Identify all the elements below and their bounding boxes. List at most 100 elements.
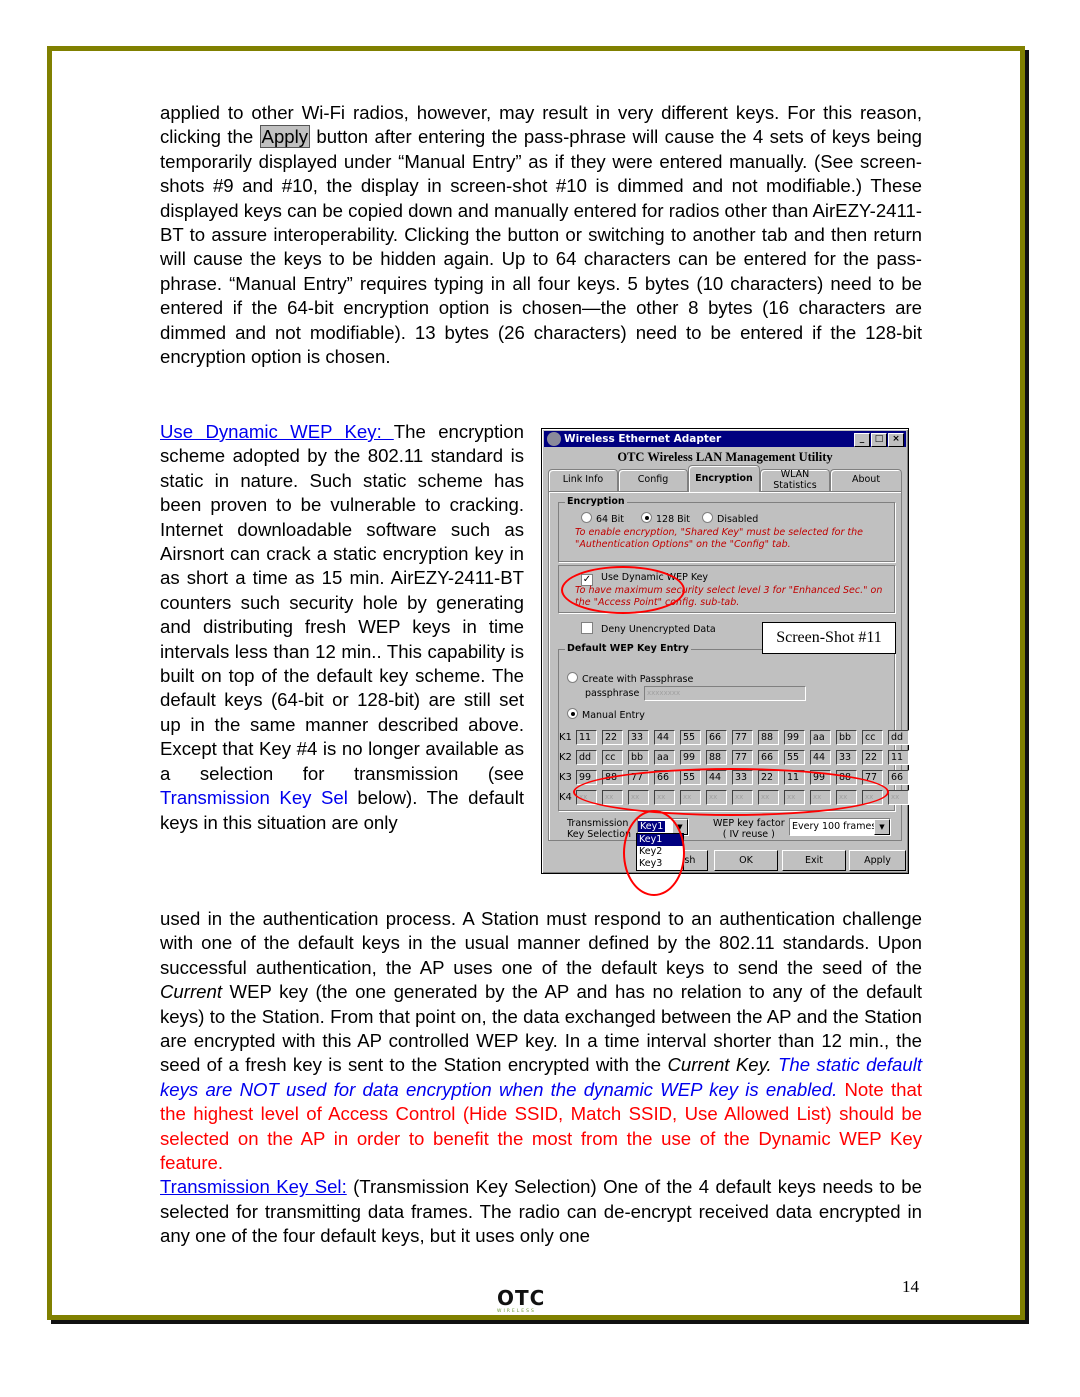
use-dynamic-wep-key-link[interactable]: Use Dynamic WEP Key:	[160, 421, 394, 442]
key-byte-input[interactable]: cc	[602, 750, 623, 765]
key-label: K4	[559, 792, 572, 803]
key-byte-input[interactable]: 99	[680, 750, 701, 765]
tab-link-info[interactable]: Link Info	[548, 469, 618, 491]
italic-text: Current Key.	[667, 1054, 772, 1076]
key-byte-input[interactable]: 55	[680, 770, 701, 785]
transmission-key-sel-ref: Transmission Key Sel	[160, 787, 348, 809]
paragraph-text: button after entering the pass-phrase wi…	[160, 126, 922, 368]
key-row-k2: K2 dd cc bb aa 99 88 77 66 55 44 33 22 11	[559, 750, 914, 765]
key-byte-input: xx	[628, 790, 649, 805]
key-label: K3	[559, 772, 572, 783]
paragraph-text: The encryption scheme adopted by the 802…	[160, 421, 524, 784]
radio-disabled[interactable]: Disabled	[702, 512, 758, 525]
key-byte-input[interactable]: 66	[758, 750, 779, 765]
key-byte-input[interactable]: 44	[654, 730, 675, 745]
tab-wlan-statistics[interactable]: WLAN Statistics	[760, 469, 830, 491]
key-byte-input[interactable]: 88	[836, 770, 857, 785]
logo-text: OTC	[497, 1286, 546, 1310]
key-byte-input: xx	[888, 790, 909, 805]
tab-encryption[interactable]: Encryption	[688, 465, 760, 492]
dropdown-option-key2[interactable]: Key2	[637, 846, 683, 858]
key-byte-input[interactable]: 22	[758, 770, 779, 785]
transmission-key-dropdown[interactable]: Key1 Key2 Key3	[636, 833, 684, 871]
key-byte-input[interactable]: 11	[888, 750, 909, 765]
key-byte-input[interactable]: 44	[810, 750, 831, 765]
key-byte-input: xx	[706, 790, 727, 805]
encryption-group: Encryption 64 Bit 128 Bit Disabled To en…	[558, 496, 895, 562]
key-byte-input[interactable]: bb	[628, 750, 649, 765]
exit-button[interactable]: Exit	[782, 850, 846, 871]
wep-key-factor-select[interactable]: Every 100 frames ▼	[789, 818, 891, 836]
close-icon[interactable]: ×	[888, 433, 904, 447]
key-byte-input[interactable]: aa	[654, 750, 675, 765]
maximize-icon[interactable]: □	[871, 433, 887, 447]
key-byte-input[interactable]: 77	[732, 750, 753, 765]
key-byte-input[interactable]: 44	[706, 770, 727, 785]
window-title: Wireless Ethernet Adapter	[564, 433, 722, 445]
use-dynamic-wep-checkbox[interactable]: ✓ Use Dynamic WEP Key	[581, 572, 708, 586]
paragraph-text: used in the authentication process. A St…	[160, 908, 922, 978]
key-byte-input: xx	[654, 790, 675, 805]
key-byte-input[interactable]: 77	[862, 770, 883, 785]
passphrase-label: passphrase	[585, 688, 640, 699]
tab-about[interactable]: About	[830, 469, 902, 491]
key-byte-input[interactable]: 11	[576, 730, 597, 745]
otc-logo: OTC WIRELESS	[497, 1288, 557, 1318]
apply-button[interactable]: Apply	[849, 850, 906, 871]
transmission-key-sel-link[interactable]: Transmission Key Sel:	[160, 1176, 347, 1197]
wep-key-factor-label: WEP key factor( IV reuse )	[713, 818, 785, 840]
key-byte-input[interactable]: 88	[706, 750, 727, 765]
key-byte-input: xx	[732, 790, 753, 805]
key-byte-input[interactable]: 77	[628, 770, 649, 785]
key-byte-input[interactable]: 99	[784, 730, 805, 745]
group-title: Default WEP Key Entry	[565, 643, 691, 654]
key-byte-input[interactable]: aa	[810, 730, 831, 745]
key-byte-input: xx	[680, 790, 701, 805]
key-byte-input[interactable]: bb	[836, 730, 857, 745]
key-byte-input: xx	[576, 790, 597, 805]
key-byte-input[interactable]: 66	[654, 770, 675, 785]
radio-128bit[interactable]: 128 Bit	[641, 512, 690, 525]
dropdown-option-key3[interactable]: Key3	[637, 858, 683, 870]
radio-manual-entry[interactable]: Manual Entry	[567, 708, 645, 721]
key-byte-input: xx	[758, 790, 779, 805]
minimize-icon[interactable]: _	[854, 433, 870, 447]
radio-64bit[interactable]: 64 Bit	[581, 512, 624, 525]
chevron-down-icon[interactable]: ▼	[874, 819, 890, 835]
tab-config[interactable]: Config	[618, 469, 688, 491]
passphrase-input[interactable]: xxxxxxxx	[644, 686, 806, 701]
key-row-k1: K1 11 22 33 44 55 66 77 88 99 aa bb cc dd	[559, 730, 914, 745]
key-byte-input[interactable]: 99	[810, 770, 831, 785]
key-byte-input[interactable]: 33	[628, 730, 649, 745]
italic-text: Current	[160, 981, 223, 1003]
ok-button[interactable]: OK	[714, 850, 778, 871]
key-byte-input[interactable]: 77	[732, 730, 753, 745]
key-byte-input[interactable]: 33	[732, 770, 753, 785]
app-title: OTC Wireless LAN Management Utility	[617, 450, 833, 464]
key-label: K2	[559, 752, 572, 763]
key-byte-input[interactable]: 66	[888, 770, 909, 785]
key-byte-input[interactable]: dd	[888, 730, 909, 745]
key-byte-input[interactable]: 99	[576, 770, 597, 785]
key-byte-input[interactable]: 22	[862, 750, 883, 765]
key-byte-input[interactable]: 22	[602, 730, 623, 745]
key-byte-input[interactable]: 55	[680, 730, 701, 745]
key-byte-input[interactable]: 88	[758, 730, 779, 745]
dynamic-wep-warning: To have maximum security select level 3 …	[575, 585, 883, 608]
key-byte-input[interactable]: 11	[784, 770, 805, 785]
window-titlebar: Wireless Ethernet Adapter _ □ ×	[544, 431, 906, 447]
key-byte-input[interactable]: cc	[862, 730, 883, 745]
key-byte-input[interactable]: 33	[836, 750, 857, 765]
key-byte-input[interactable]: 55	[784, 750, 805, 765]
radio-create-passphrase[interactable]: Create with Passphrase	[567, 672, 693, 685]
group-title: Encryption	[565, 496, 627, 507]
app-icon	[547, 432, 561, 446]
key-byte-input[interactable]: 66	[706, 730, 727, 745]
deny-unencrypted-checkbox[interactable]: Deny Unencrypted Data	[581, 622, 716, 635]
dropdown-option-key1[interactable]: Key1	[637, 834, 683, 846]
logo-subtext: WIRELESS	[497, 1309, 536, 1314]
key-byte-input[interactable]: dd	[576, 750, 597, 765]
key-byte-input[interactable]: 88	[602, 770, 623, 785]
key-byte-input: xx	[602, 790, 623, 805]
apply-inline-button: Apply	[259, 125, 311, 149]
